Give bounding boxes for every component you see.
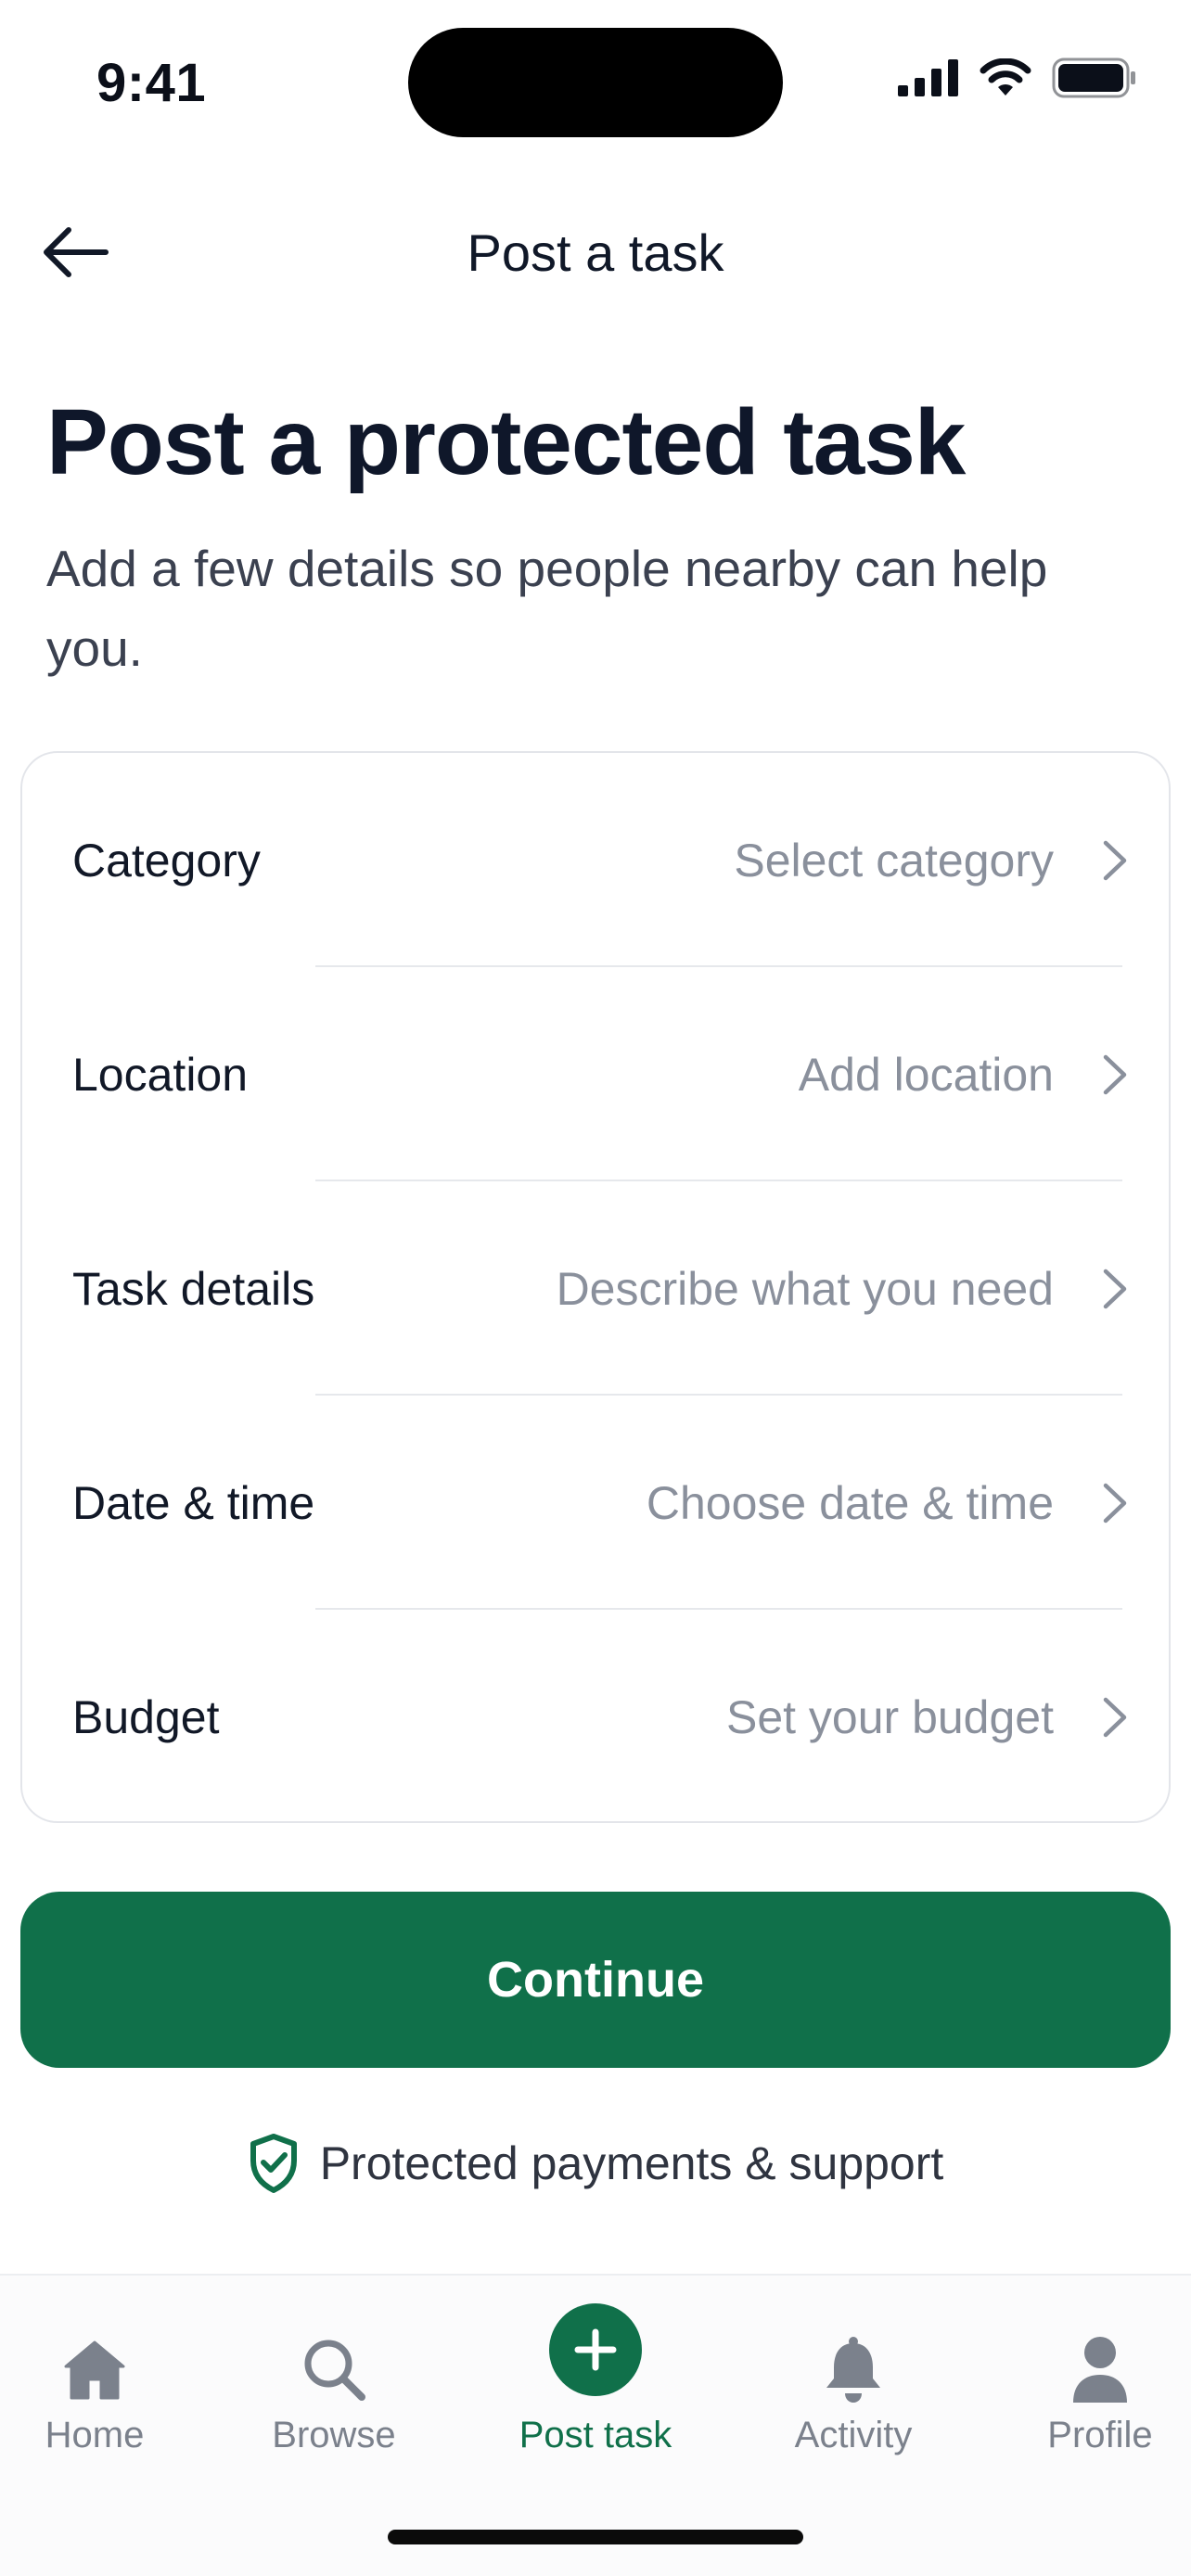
form-row-category[interactable]: Category Select category: [22, 753, 1169, 967]
budget-label: Budget: [72, 1690, 220, 1743]
shield-check-icon: [250, 2134, 297, 2193]
category-placeholder: Select category: [734, 834, 1054, 886]
home-icon: [53, 2327, 136, 2411]
protection-text: Protected payments & support: [319, 2137, 944, 2189]
tab-home[interactable]: Home: [0, 2276, 206, 2489]
home-indicator: [388, 2530, 803, 2544]
chevron-right-icon: [1102, 967, 1128, 1181]
tab-browse-label: Browse: [272, 2415, 396, 2455]
task-details-placeholder: Describe what you need: [556, 1262, 1054, 1315]
date-time-placeholder: Choose date & time: [646, 1476, 1054, 1529]
protection-notice: Protected payments & support: [0, 2133, 1191, 2194]
status-time: 9:41: [96, 53, 207, 113]
chevron-right-icon: [1102, 753, 1128, 967]
budget-placeholder: Set your budget: [725, 1690, 1054, 1743]
dynamic-island: [408, 28, 783, 137]
plus-icon: [549, 2303, 642, 2396]
tab-home-label: Home: [45, 2415, 145, 2455]
status-bar: 9:41: [0, 0, 1191, 158]
page-subtitle: Add a few details so people nearby can h…: [46, 540, 1048, 677]
continue-button[interactable]: Continue: [20, 1892, 1171, 2068]
chevron-right-icon: [1102, 1610, 1128, 1824]
task-form-card: Category Select category Location Add lo…: [20, 751, 1171, 1823]
chevron-right-icon: [1102, 1396, 1128, 1610]
search-icon: [292, 2327, 376, 2411]
person-icon: [1058, 2327, 1142, 2411]
form-row-date-time[interactable]: Date & time Choose date & time: [22, 1396, 1169, 1610]
cellular-signal-icon: [898, 59, 958, 96]
tab-post-task-label: Post task: [519, 2415, 672, 2455]
tab-activity-label: Activity: [794, 2415, 913, 2455]
status-icons: [898, 57, 1137, 98]
nav-title: Post a task: [467, 223, 724, 282]
tab-profile-label: Profile: [1047, 2415, 1153, 2455]
location-label: Location: [72, 1048, 249, 1101]
post-task-screen: 9:41 Post a task Post a protected task A…: [0, 0, 1191, 2576]
bell-icon: [812, 2327, 895, 2411]
form-row-location[interactable]: Location Add location: [22, 967, 1169, 1181]
form-row-budget[interactable]: Budget Set your budget: [22, 1610, 1169, 1824]
tab-browse[interactable]: Browse: [223, 2276, 445, 2489]
tab-profile[interactable]: Profile: [989, 2276, 1191, 2489]
date-time-label: Date & time: [72, 1476, 315, 1529]
location-placeholder: Add location: [798, 1048, 1054, 1101]
task-details-label: Task details: [72, 1262, 315, 1315]
chevron-right-icon: [1102, 1181, 1128, 1396]
form-row-task-details[interactable]: Task details Describe what you need: [22, 1181, 1169, 1396]
tab-post-task[interactable]: Post task: [484, 2276, 707, 2489]
category-label: Category: [72, 834, 261, 886]
page-title: Post a protected task: [46, 390, 966, 494]
battery-icon: [1052, 57, 1135, 98]
tab-activity[interactable]: Activity: [742, 2276, 965, 2489]
wifi-icon: [980, 58, 1031, 96]
nav-header: Post a task: [0, 185, 1191, 315]
